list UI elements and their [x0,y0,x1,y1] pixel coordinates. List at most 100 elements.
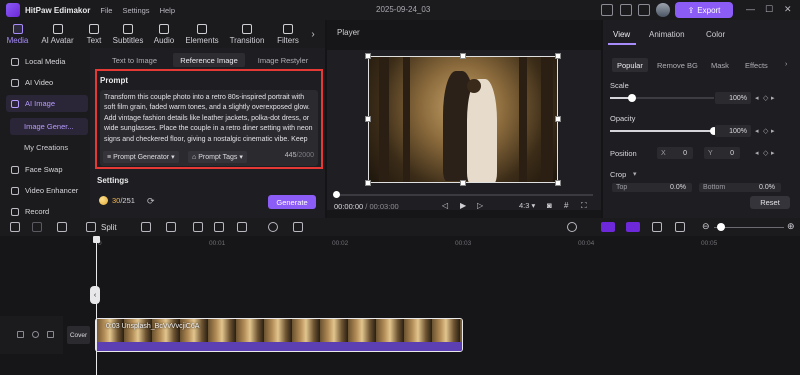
user-avatar[interactable] [656,3,670,17]
keyframe-prev-icon[interactable]: ◂ [755,127,759,135]
resize-handle-icon[interactable] [555,180,561,186]
microphone-icon[interactable] [567,222,577,232]
tab-filters[interactable]: Filters [270,20,306,48]
next-frame-icon[interactable]: ▷ [477,201,483,210]
tab-view[interactable]: View [613,30,630,39]
sidebar-item-image-generator[interactable]: Image Gener... [10,118,88,135]
sidebar-item-local-media[interactable]: Local Media [6,53,88,70]
ai-tools-icon[interactable] [293,222,303,232]
keyframe-icon[interactable]: ◇ [763,127,768,135]
audio-indicator-icon[interactable]: ‹ [90,286,100,304]
keyframe-prev-icon[interactable]: ◂ [755,94,759,102]
playback-scrubber[interactable] [335,194,593,196]
refresh-icon[interactable]: ⟳ [147,196,155,207]
video-clip[interactable]: 0:03 Unsplash_BcVvVvcjiC6A [95,318,463,352]
sidebar-item-ai-video[interactable]: AI Video [6,74,88,91]
zoom-in-icon[interactable]: ⊕ [787,221,795,232]
zoom-slider-knob[interactable] [717,223,725,231]
keyframe-icon[interactable]: ◇ [763,94,768,102]
delete-icon[interactable] [57,222,67,232]
scale-slider[interactable] [610,94,714,102]
tab-image-restyler[interactable]: Image Restyler [250,53,316,67]
menu-settings[interactable]: Settings [122,6,149,15]
snapshot-icon[interactable]: ◙ [547,201,552,210]
zoom-out-icon[interactable]: ⊖ [702,221,710,232]
speed-icon[interactable] [237,222,247,232]
tab-elements[interactable]: Elements [180,20,224,48]
cover-button[interactable]: Cover [67,326,90,344]
split-view-icon[interactable] [675,222,685,232]
keyframe-prev-icon[interactable]: ◂ [755,149,759,157]
subtab-mask[interactable]: Mask [706,58,734,72]
tab-subtitles[interactable]: Subtitles [108,20,148,48]
support-icon[interactable] [638,4,650,16]
generate-button[interactable]: Generate [268,195,316,209]
grid-icon[interactable]: # [564,201,568,210]
close-icon[interactable]: ✕ [784,4,792,15]
text-tool-icon[interactable] [166,222,176,232]
scrubber-knob[interactable] [333,191,340,198]
prompt-generator-button[interactable]: ≡ Prompt Generator ▾ [103,151,179,163]
scissors-icon[interactable] [86,222,96,232]
crop-top-input[interactable]: Top 0.0% [612,183,692,192]
resize-handle-icon[interactable] [460,53,466,59]
playhead[interactable] [96,236,97,375]
link-toggle[interactable] [626,222,640,232]
tab-color[interactable]: Color [706,30,725,39]
menu-help[interactable]: Help [160,6,175,15]
keyframe-icon[interactable]: ◇ [763,149,768,157]
previous-frame-icon[interactable]: ◁ [442,201,448,210]
tab-transition[interactable]: Transition [224,20,270,48]
reset-button[interactable]: Reset [750,196,790,209]
notification-icon[interactable] [620,4,632,16]
crop-icon[interactable] [193,222,203,232]
scale-value[interactable]: 100% [715,92,751,104]
sidebar-item-ai-image[interactable]: AI Image [6,95,88,112]
menu-file[interactable]: File [100,6,112,15]
position-y-input[interactable]: Y 0 [704,147,740,159]
split-label[interactable]: Split [101,223,117,232]
preview-image[interactable] [368,56,558,183]
keyframe-next-icon[interactable]: ▸ [771,149,775,157]
minimize-icon[interactable]: — [746,4,755,14]
mute-icon[interactable] [47,331,54,338]
tab-audio[interactable]: Audio [148,20,180,48]
resize-handle-icon[interactable] [460,180,466,186]
tab-text[interactable]: Text [80,20,108,48]
layout-icon[interactable] [601,4,613,16]
lock-icon[interactable] [17,331,24,338]
keyframe-next-icon[interactable]: ▸ [771,127,775,135]
subtab-popular[interactable]: Popular [612,58,648,72]
player-canvas[interactable] [327,50,601,210]
opacity-value[interactable]: 100% [715,125,751,137]
aspect-ratio-select[interactable]: 4:3 ▾ [519,201,535,210]
maximize-icon[interactable]: ☐ [765,4,773,15]
prompt-input[interactable]: Transform this couple photo into a retro… [100,90,318,166]
sidebar-item-video-enhancer[interactable]: Video Enhancer [6,182,88,199]
sidebar-item-my-creations[interactable]: My Creations [10,139,88,156]
duplicate-icon[interactable] [214,222,224,232]
chevron-right-icon[interactable]: › [306,20,320,48]
undo-icon[interactable] [10,222,20,232]
position-x-input[interactable]: X 0 [657,147,693,159]
subtab-remove-bg[interactable]: Remove BG [652,58,703,72]
tab-animation[interactable]: Animation [649,30,685,39]
tab-ai-avatar[interactable]: AI Avatar [35,20,80,48]
chevron-down-icon[interactable]: ▾ [633,170,637,178]
prompt-tags-button[interactable]: ⌂ Prompt Tags ▾ [188,151,247,163]
playhead-handle[interactable] [93,236,100,243]
resize-handle-icon[interactable] [365,180,371,186]
tab-reference-image[interactable]: Reference Image [173,53,245,67]
play-icon[interactable]: ▶ [460,201,466,210]
fit-icon[interactable] [652,222,662,232]
timeline-ruler[interactable]: 0 00:01 00:02 00:03 00:04 00:05 [0,236,800,249]
keyframe-next-icon[interactable]: ▸ [771,94,775,102]
timeline[interactable]: 0 00:01 00:02 00:03 00:04 00:05 ‹ Cover … [0,236,800,375]
fullscreen-icon[interactable]: ⛶ [581,201,587,211]
tab-text-to-image[interactable]: Text to Image [101,53,168,67]
export-button[interactable]: ⇪ Export [675,2,733,18]
subtab-effects[interactable]: Effects [740,58,773,72]
marker-icon[interactable] [141,222,151,232]
chevron-right-icon[interactable]: › [785,61,787,68]
visibility-icon[interactable] [32,331,39,338]
